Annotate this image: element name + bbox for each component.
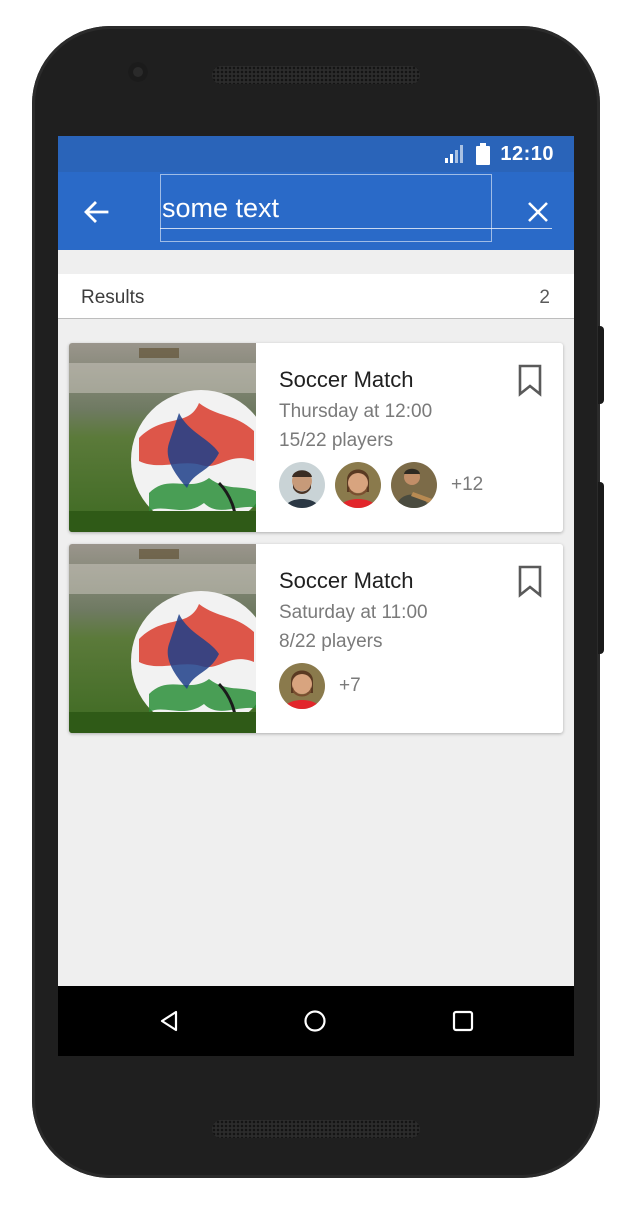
card-time: Thursday at 12:00 bbox=[279, 401, 433, 422]
results-header: Results 2 bbox=[58, 274, 574, 319]
navigation-bar bbox=[58, 986, 574, 1056]
bookmark-icon[interactable] bbox=[515, 363, 545, 397]
nav-home-icon bbox=[304, 1010, 326, 1032]
card-title: Soccer Match bbox=[279, 568, 414, 593]
card-title: Soccer Match bbox=[279, 367, 414, 392]
battery-icon bbox=[476, 143, 491, 165]
top-speaker bbox=[212, 66, 420, 84]
screen: 12:10 Results 2 bbox=[58, 136, 574, 1056]
soccer-ball-image bbox=[69, 343, 256, 532]
card-time: Saturday at 11:00 bbox=[279, 602, 428, 623]
search-underline bbox=[160, 228, 552, 229]
nav-recents-icon bbox=[452, 1010, 474, 1032]
bottom-speaker bbox=[212, 1120, 420, 1138]
more-participants-count: +12 bbox=[451, 474, 484, 495]
card-players: 15/22 players bbox=[279, 430, 394, 451]
participant-avatars: +12 bbox=[279, 462, 483, 508]
avatar[interactable] bbox=[279, 462, 325, 508]
signal-icon bbox=[445, 145, 464, 163]
results-label: Results bbox=[81, 287, 145, 308]
front-camera bbox=[128, 62, 148, 82]
participant-avatars: +7 bbox=[279, 663, 361, 709]
power-button bbox=[598, 326, 604, 404]
nav-recents-button[interactable] bbox=[447, 1005, 479, 1037]
event-card[interactable]: Soccer Match Saturday at 11:00 8/22 play… bbox=[69, 544, 563, 733]
card-players: 8/22 players bbox=[279, 631, 383, 652]
volume-button bbox=[598, 482, 604, 654]
status-clock: 12:10 bbox=[500, 142, 554, 165]
bookmark-icon[interactable] bbox=[515, 564, 545, 598]
avatar[interactable] bbox=[391, 462, 437, 508]
avatar[interactable] bbox=[335, 462, 381, 508]
event-card[interactable]: Soccer Match Thursday at 12:00 15/22 pla… bbox=[69, 343, 563, 532]
more-participants-count: +7 bbox=[339, 675, 361, 696]
close-icon bbox=[528, 202, 548, 222]
status-bar: 12:10 bbox=[58, 136, 574, 172]
search-input[interactable] bbox=[162, 188, 550, 228]
soccer-ball-image bbox=[69, 544, 256, 733]
app-bar bbox=[58, 172, 574, 250]
nav-back-icon bbox=[160, 1010, 178, 1032]
arrow-back-icon bbox=[84, 201, 109, 223]
avatar[interactable] bbox=[279, 663, 325, 709]
nav-back-button[interactable] bbox=[153, 1005, 185, 1037]
clear-search-button[interactable] bbox=[518, 192, 558, 232]
back-button[interactable] bbox=[76, 192, 116, 232]
results-count: 2 bbox=[539, 287, 550, 308]
nav-home-button[interactable] bbox=[299, 1005, 331, 1037]
